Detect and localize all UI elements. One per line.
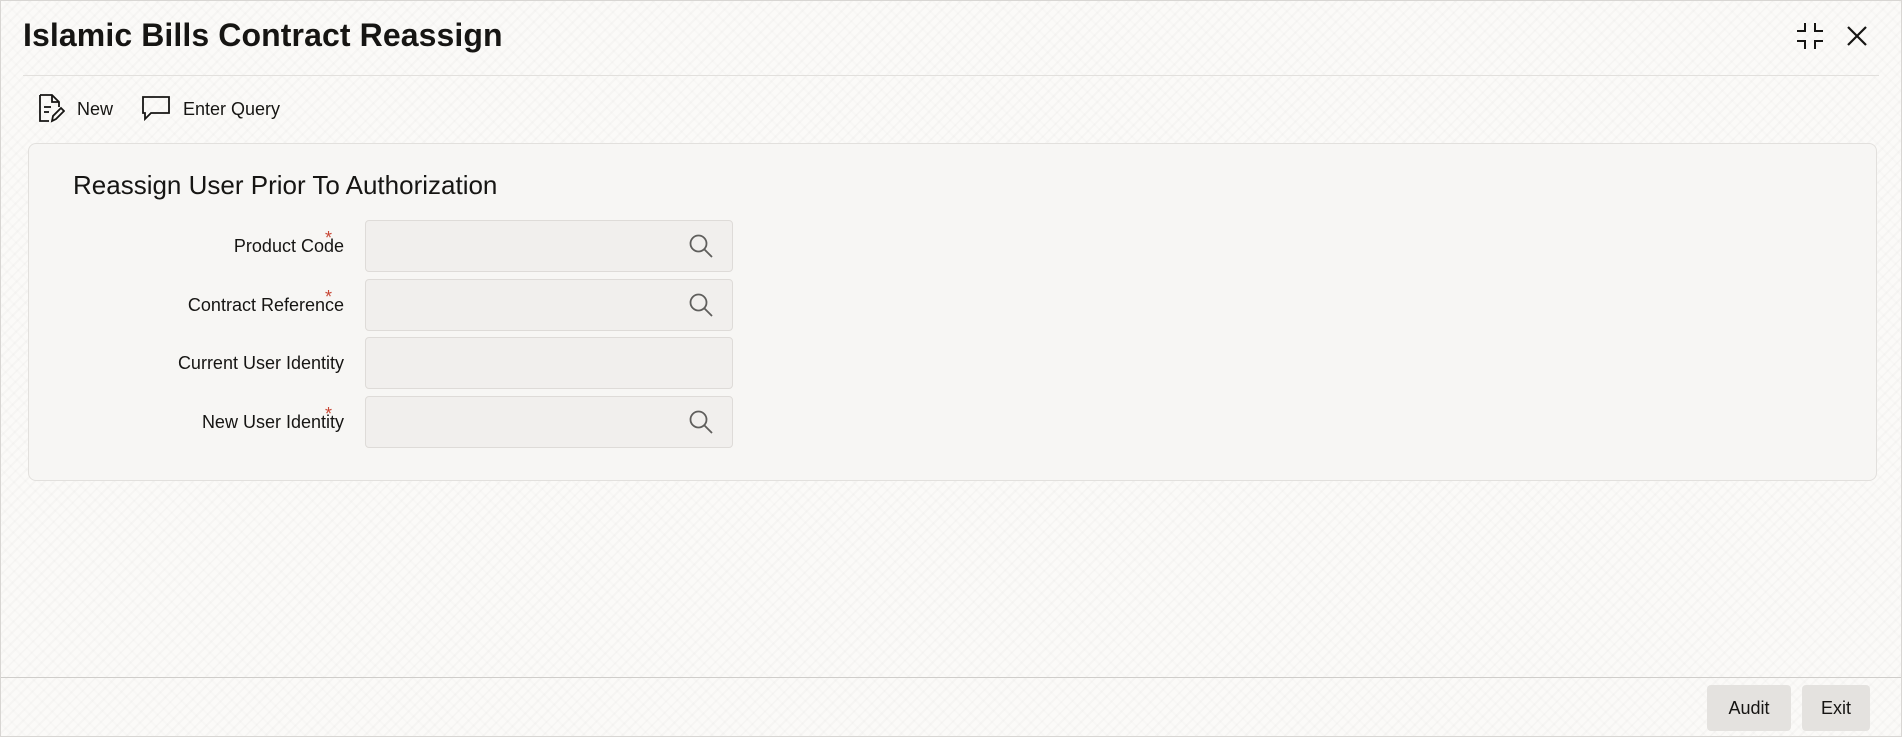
enter-query-button[interactable]: Enter Query bbox=[127, 89, 294, 129]
new-user-identity-required-marker: * bbox=[325, 404, 333, 424]
new-button-label: New bbox=[77, 98, 114, 119]
chat-bubble-icon bbox=[141, 95, 171, 123]
contract-reference-required-marker: * bbox=[325, 287, 333, 307]
search-icon[interactable] bbox=[685, 230, 717, 262]
current-user-identity-row: Current User Identity bbox=[29, 337, 789, 389]
contract-reference-label: Contract Reference bbox=[187, 295, 344, 315]
reassign-panel: Reassign User Prior To Authorization Pro… bbox=[28, 143, 1877, 481]
exit-button[interactable]: Exit bbox=[1802, 685, 1870, 731]
audit-button[interactable]: Audit bbox=[1707, 685, 1791, 731]
product-code-required-marker: * bbox=[325, 228, 333, 248]
enter-query-button-label: Enter Query bbox=[183, 98, 281, 119]
new-button[interactable]: New bbox=[23, 89, 127, 129]
page-title: Islamic Bills Contract Reassign bbox=[23, 17, 503, 53]
contract-reference-input[interactable] bbox=[365, 279, 733, 331]
product-code-row: Product Code * bbox=[29, 220, 789, 272]
search-icon[interactable] bbox=[685, 406, 717, 438]
toolbar: New Enter Query bbox=[23, 89, 294, 129]
current-user-identity-input[interactable] bbox=[365, 337, 733, 389]
new-user-identity-label: New User Identity bbox=[201, 412, 344, 432]
search-icon[interactable] bbox=[685, 289, 717, 321]
title-bar: Islamic Bills Contract Reassign bbox=[1, 1, 1901, 75]
close-icon[interactable] bbox=[1840, 19, 1874, 53]
footer-divider bbox=[1, 677, 1901, 678]
product-code-input[interactable] bbox=[365, 220, 733, 272]
new-user-identity-input[interactable] bbox=[365, 396, 733, 448]
collapse-icon[interactable] bbox=[1793, 19, 1827, 53]
contract-reference-row: Contract Reference * bbox=[29, 279, 789, 331]
document-edit-icon bbox=[37, 93, 65, 125]
current-user-identity-label: Current User Identity bbox=[177, 353, 344, 373]
new-user-identity-row: New User Identity * bbox=[29, 396, 789, 448]
app-window: Islamic Bills Contract Reassign New Ente… bbox=[0, 0, 1902, 737]
title-divider bbox=[23, 75, 1879, 76]
section-title: Reassign User Prior To Authorization bbox=[73, 170, 498, 200]
